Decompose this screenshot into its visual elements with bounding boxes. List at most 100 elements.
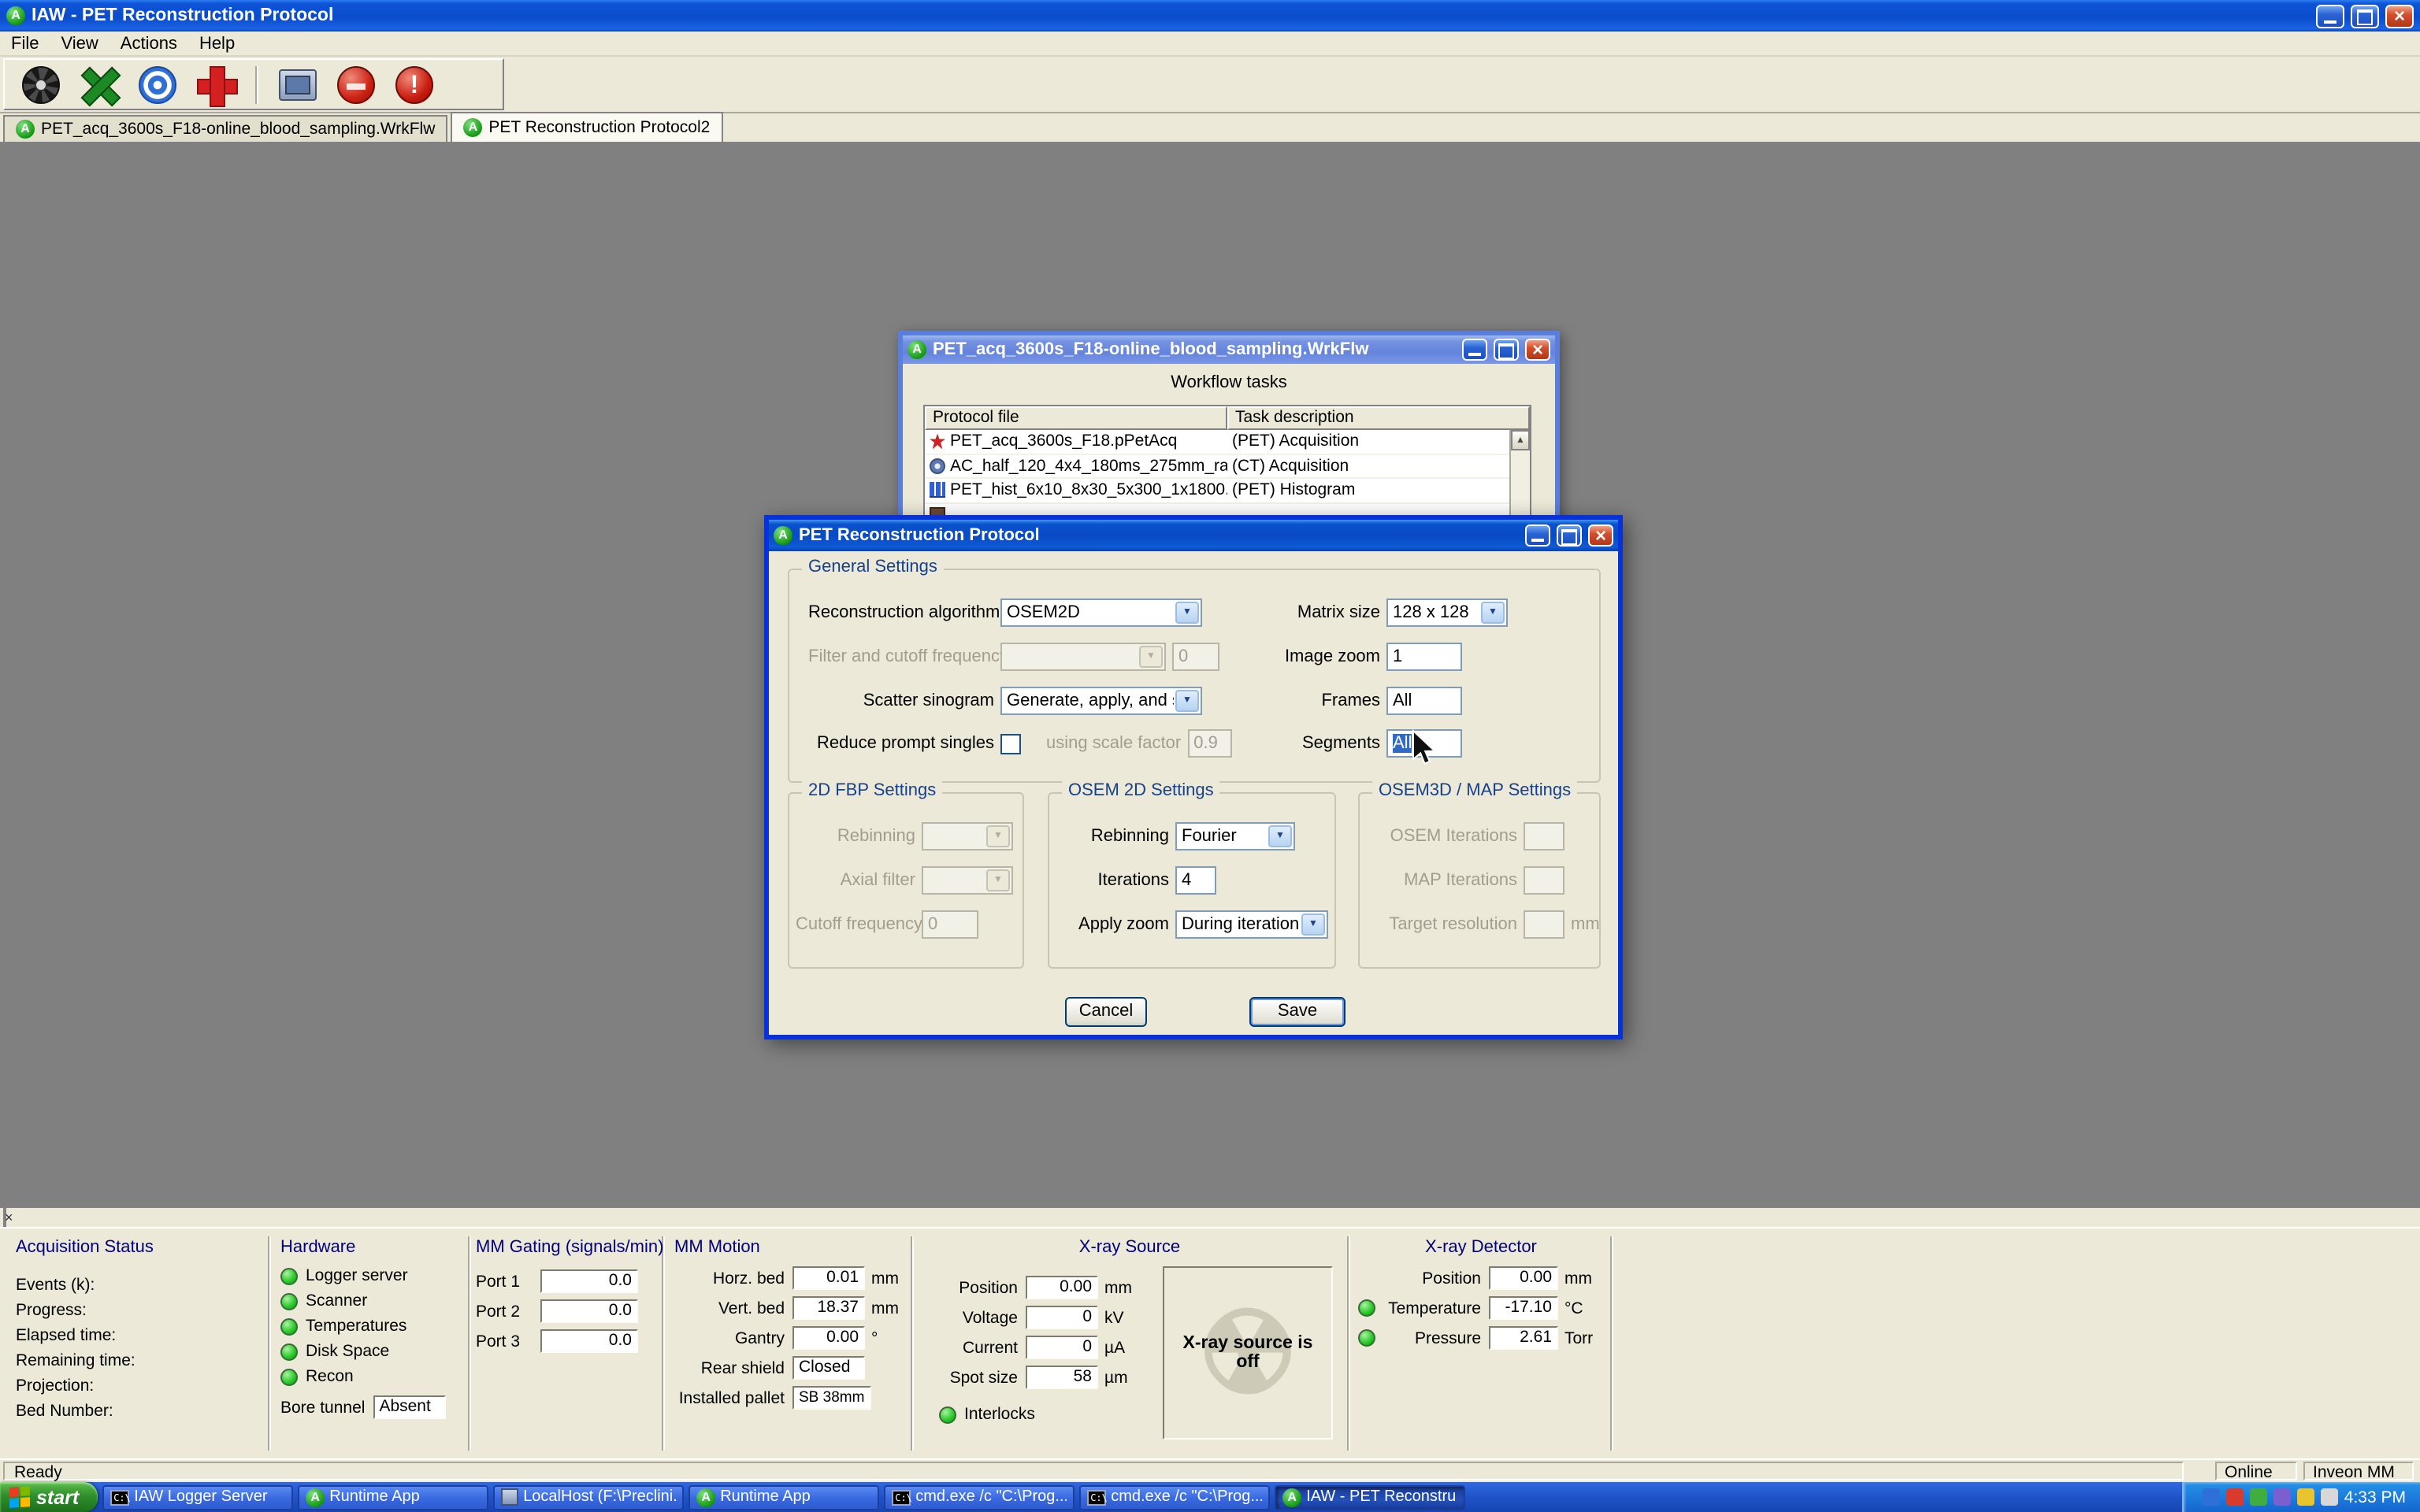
status-led [280,1368,298,1385]
green-x-toolbar-button[interactable] [77,62,121,106]
menu-help[interactable]: Help [188,32,246,54]
menu-file[interactable]: File [0,32,50,54]
tab-reconstruction-protocol[interactable]: PET Reconstruction Protocol2 [451,112,723,142]
workflow-titlebar[interactable]: PET_acq_3600s_F18-online_blood_sampling.… [903,335,1555,364]
target-resolution-label: Target resolution [1389,915,1517,934]
filter-select [1000,643,1166,671]
scatter-sinogram-select[interactable]: Generate, apply, and save [1000,687,1202,715]
status-led [280,1267,298,1284]
menu-actions[interactable]: Actions [109,32,188,54]
unit-label: ° [871,1329,878,1347]
filter-cutoff-label: Filter and cutoff frequency [808,647,1008,666]
protocol-file-cell: AC_half_120_4x4_180ms_275mm_rat_J5... [950,456,1227,476]
column-header-protocol-file[interactable]: Protocol file [925,406,1227,430]
start-button[interactable]: start [0,1482,98,1512]
record-toolbar-button[interactable] [334,62,378,106]
statusbar-device: Inveon MM [2303,1462,2414,1482]
tray-icon-3[interactable] [2249,1488,2267,1506]
chevron-down-icon[interactable] [1301,914,1325,936]
target-toolbar-button[interactable] [135,62,180,106]
taskbar-button-label: LocalHost (F:\Preclini... [523,1488,677,1506]
tray-icon-2[interactable] [2225,1488,2244,1506]
unit-label: mm [871,1269,899,1288]
reconstruction-algorithm-select[interactable]: OSEM2D [1000,598,1202,627]
app-icon [774,526,792,545]
tray-icon-6[interactable] [2320,1488,2338,1506]
bore-tunnel-field: Absent [373,1395,446,1419]
maximize-button[interactable] [1494,339,1519,361]
selected-value: Fourier [1182,827,1237,846]
frames-label: Frames [1321,691,1380,710]
taskbar-button[interactable]: cmd.exe /c "C:\Prog... [884,1484,1075,1510]
table-row[interactable]: PET_acq_3600s_F18.pPetAcq (PET) Acquisit… [925,430,1530,454]
minimize-button[interactable] [2316,4,2344,28]
reduce-prompt-singles-checkbox[interactable] [1000,733,1021,754]
tab-workflow[interactable]: PET_acq_3600s_F18-online_blood_sampling.… [3,115,448,142]
dialog-titlebar[interactable]: PET Reconstruction Protocol [769,520,1618,551]
close-button[interactable] [1588,524,1613,547]
osem2d-rebinning-select[interactable]: Fourier [1175,822,1295,850]
port3-label: Port 3 [476,1332,521,1351]
cutoff-frequency-field: 0 [922,910,978,939]
save-button[interactable]: Save [1249,997,1345,1027]
apply-zoom-select[interactable]: During iterations* [1175,910,1328,939]
panel-separator [662,1236,665,1451]
minimize-button[interactable] [1525,524,1550,547]
selected-value: OSEM2D [1007,603,1080,622]
chevron-down-icon[interactable] [1481,602,1505,624]
hardware-section: Hardware Logger server Scanner Temperatu… [280,1238,457,1452]
task-description-cell: (PET) Histogram [1232,480,1356,500]
frames-field[interactable]: All [1386,687,1462,715]
add-toolbar-button[interactable] [194,62,238,106]
table-row[interactable]: PET_hist_6x10_8x30_5x300_1x1800.pPe... (… [925,479,1530,503]
stop-toolbar-button[interactable] [392,62,436,106]
tray-icon-4[interactable] [2273,1488,2291,1506]
taskbar-button-active[interactable]: IAW - PET Reconstru... [1275,1484,1466,1510]
taskbar-button-label: cmd.exe /c "C:\Prog... [915,1488,1067,1506]
reduce-prompt-singles-label: Reduce prompt singles [816,734,994,753]
taskbar-button[interactable]: Runtime App [298,1484,489,1510]
taskbar-button[interactable]: Runtime App [689,1484,880,1510]
recon-label: Recon [306,1367,354,1386]
axial-filter-label: Axial filter [840,871,915,890]
tray-icon-1[interactable] [2202,1488,2220,1506]
app-icon [1282,1488,1302,1506]
temperature-label: Temperature [1388,1299,1481,1317]
map-iterations-field [1524,866,1564,895]
tray-icon-5[interactable] [2296,1488,2314,1506]
taskbar-button[interactable]: LocalHost (F:\Preclini... [493,1484,685,1510]
filter-frequency-field: 0 [1172,643,1219,671]
voltage-field: 0 [1026,1306,1098,1329]
aperture-toolbar-button[interactable] [19,62,63,106]
cancel-button[interactable]: Cancel [1065,997,1147,1027]
taskbar-button[interactable]: cmd.exe /c "C:\Prog... [1079,1484,1271,1510]
scroll-up-icon[interactable]: ▲ [1511,430,1530,450]
taskbar-button[interactable]: IAW Logger Server [102,1484,294,1510]
close-button[interactable] [2385,4,2414,28]
fbp-settings-group: 2D FBP Settings Rebinning Axial filter C… [788,781,1024,969]
chevron-down-icon[interactable] [1268,825,1292,847]
window-titlebar[interactable]: IAW - PET Reconstruction Protocol [0,0,2420,32]
chevron-down-icon[interactable] [1175,690,1199,712]
close-button[interactable] [1525,339,1550,361]
unit-label: °C [1564,1299,1583,1317]
target-icon [139,65,176,103]
image-zoom-field[interactable]: 1 [1386,643,1462,671]
horz-bed-field: 0.01 [792,1266,865,1290]
maximize-button[interactable] [2351,4,2379,28]
scale-factor-label: using scale factor [1046,734,1182,753]
table-row[interactable]: AC_half_120_4x4_180ms_275mm_rat_J5... (C… [925,454,1530,479]
matrix-size-select[interactable]: 128 x 128 [1386,598,1508,627]
iterations-label: Iterations [1097,871,1170,890]
minimize-button[interactable] [1462,339,1487,361]
display-toolbar-button[interactable] [276,62,320,106]
column-header-task-description[interactable]: Task description [1227,406,1530,430]
menu-view[interactable]: View [50,32,109,54]
target-resolution-unit: mm [1571,915,1600,934]
iterations-field[interactable]: 4 [1175,866,1216,895]
unit-label: mm [1564,1269,1592,1288]
maximize-button[interactable] [1557,524,1582,547]
spot-size-field: 58 [1026,1366,1098,1389]
chevron-down-icon[interactable] [1175,602,1199,624]
segments-field[interactable]: All [1386,729,1462,758]
